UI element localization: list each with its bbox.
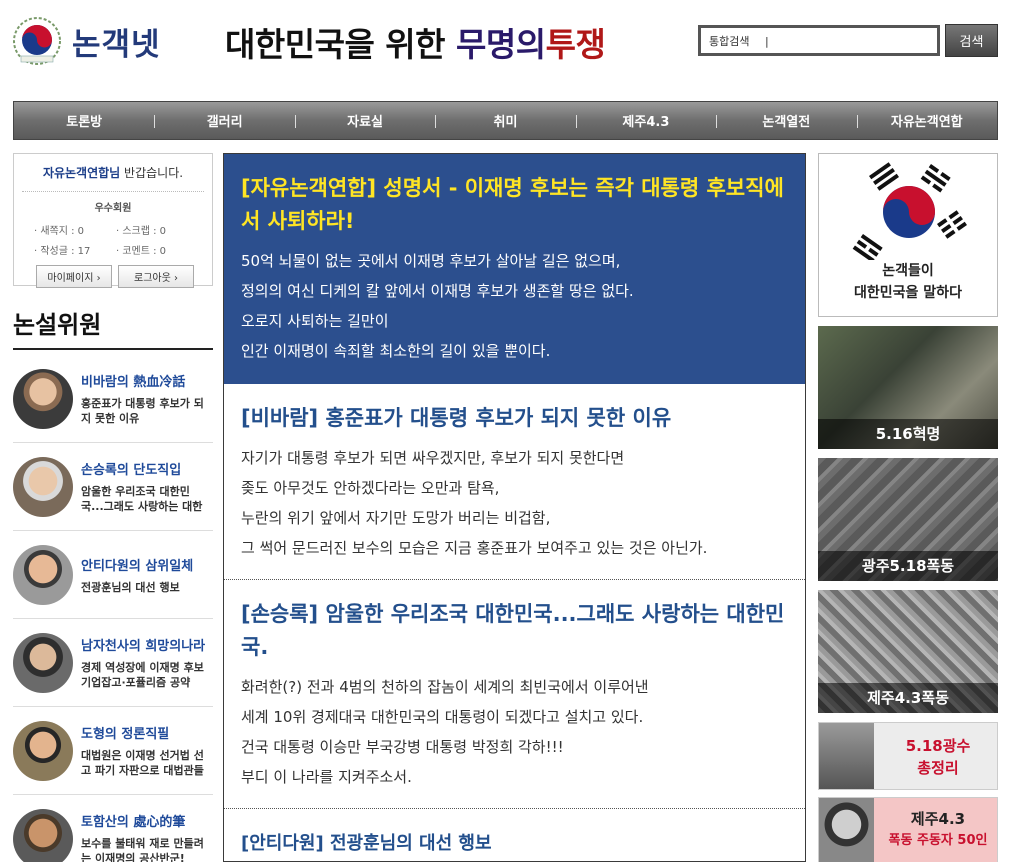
banner-gwangju518[interactable]: 광주5.18폭동 <box>818 458 998 581</box>
article-title[interactable]: [손승록] 암울한 우리조국 대한민국...그래도 사랑하는 대한민국. <box>241 598 789 664</box>
banner-caption: 5.16혁명 <box>875 425 941 443</box>
slogan-part3: 투쟁 <box>545 25 606 64</box>
stat-scrap[interactable]: · 스크랩 : 0 <box>116 222 198 237</box>
avatar <box>13 544 73 605</box>
writer-item[interactable]: 안티다원의 삼위일체 전광훈님의 대선 행보 <box>13 531 213 619</box>
logo-text: 논객넷 <box>72 26 161 63</box>
stat-new-messages[interactable]: · 새쪽지 : 0 <box>34 222 116 237</box>
nav-item-gallery[interactable]: 갤러리 <box>154 102 294 139</box>
writers-section-title: 논설위원 <box>13 305 213 350</box>
member-greeting: 자유논객연합님 반갑습니다. <box>14 164 212 181</box>
ad-title: 제주4.3 폭동 주동자 50인 <box>888 810 988 848</box>
ad-photo <box>819 798 874 862</box>
banner-516[interactable]: 5.16혁명 <box>818 326 998 449</box>
page: 논객넷 대한민국을 위한 무명의투쟁 통합검색 | 검색 토론방 갤러리 자료실… <box>0 0 1011 862</box>
promo-text: 논객들이 대한민국을 말하다 <box>854 263 962 301</box>
article-item[interactable]: [손승록] 암울한 우리조국 대한민국...그래도 사랑하는 대한민국. 화려한… <box>224 580 805 809</box>
header-slogan: 대한민국을 위한 무명의투쟁 <box>225 18 606 66</box>
article-title[interactable]: [자유논객연합] 성명서 - 이재명 후보는 즉각 대통령 후보직에서 사퇴하라… <box>241 172 789 238</box>
search-input-value: 통합검색 <box>709 35 750 48</box>
writer-desc[interactable]: 홍준표가 대통령 후보가 되지 못한 이유 <box>81 396 204 426</box>
member-stats: · 새쪽지 : 0 · 스크랩 : 0 · 작성글 : 17 · 코멘트 : 0 <box>34 222 198 257</box>
featured-article[interactable]: [자유논객연합] 성명서 - 이재명 후보는 즉각 대통령 후보직에서 사퇴하라… <box>224 154 805 384</box>
promo-box[interactable]: 논객들이 대한민국을 말하다 <box>818 153 998 317</box>
writer-desc[interactable]: 암울한 우리조국 대한민 국...그래도 사랑하는 대한 <box>81 484 202 514</box>
article-title[interactable]: [비바람] 홍준표가 대통령 후보가 되지 못한 이유 <box>241 402 789 435</box>
ad-title: 5.18광수 총정리 <box>905 737 971 777</box>
taegukgi-flag-icon <box>852 162 967 260</box>
ad-jeju43-leaders[interactable]: 제주4.3 폭동 주동자 50인 <box>818 797 998 862</box>
article-item[interactable]: [안티다원] 전광훈님의 대선 행보 <box>224 809 805 861</box>
search-input[interactable]: 통합검색 | <box>698 25 940 56</box>
avatar <box>13 720 73 781</box>
nav-item-jeju43[interactable]: 제주4.3 <box>575 102 716 139</box>
article-body: 자기가 대통령 후보가 되면 싸우겠지만, 후보가 되지 못한다면 좆도 아무것… <box>241 449 708 557</box>
slogan-part1: 대한민국을 위한 <box>225 25 446 64</box>
writer-item[interactable]: 비바람의 熱血冷話 홍준표가 대통령 후보가 되지 못한 이유 <box>13 355 213 443</box>
writer-desc[interactable]: 전광훈님의 대선 행보 <box>81 580 193 595</box>
stat-comments[interactable]: · 코멘트 : 0 <box>116 242 198 257</box>
member-greeting-text: 반갑습니다. <box>124 166 184 180</box>
search-button[interactable]: 검색 <box>945 24 998 57</box>
avatar <box>13 808 73 862</box>
member-grade: 우수회원 <box>22 191 204 214</box>
member-box: 자유논객연합님 반갑습니다. 우수회원 · 새쪽지 : 0 · 스크랩 : 0 … <box>13 153 213 288</box>
nav-item-hobby[interactable]: 취미 <box>435 102 575 139</box>
writer-name[interactable]: 남자천사의 희망의나라 <box>81 635 205 654</box>
writer-desc[interactable]: 경제 역성장에 이재명 후보 기업잡고·포퓰리즘 공약 <box>81 660 205 690</box>
writer-name[interactable]: 손승록의 단도직입 <box>81 459 202 478</box>
writer-item[interactable]: 손승록의 단도직입 암울한 우리조국 대한민 국...그래도 사랑하는 대한 <box>13 443 213 531</box>
article-body: 50억 뇌물이 없는 곳에서 이재명 후보가 살아날 길은 없으며, 정의의 여… <box>241 252 634 360</box>
avatar <box>13 456 73 517</box>
taegeuk-emblem-icon <box>12 16 62 66</box>
stat-posts[interactable]: · 작성글 : 17 <box>34 242 116 257</box>
writer-desc[interactable]: 보수를 불태워 재로 만들려 는 이재명의 공산반군! <box>81 836 204 862</box>
banner-caption: 제주4.3폭동 <box>867 689 949 707</box>
writer-name[interactable]: 토함산의 處心的筆 <box>81 811 204 830</box>
writers-list: 비바람의 熱血冷話 홍준표가 대통령 후보가 되지 못한 이유 손승록의 단도직… <box>13 355 213 862</box>
writer-item[interactable]: 토함산의 處心的筆 보수를 불태워 재로 만들려 는 이재명의 공산반군! <box>13 795 213 862</box>
writer-item[interactable]: 남자천사의 희망의나라 경제 역성장에 이재명 후보 기업잡고·포퓰리즘 공약 <box>13 619 213 707</box>
member-buttons: 마이페이지 › 로그아웃 › <box>36 265 212 288</box>
banner-jeju43[interactable]: 제주4.3폭동 <box>818 590 998 713</box>
avatar <box>13 632 73 693</box>
articles-panel: [자유논객연합] 성명서 - 이재명 후보는 즉각 대통령 후보직에서 사퇴하라… <box>223 153 806 862</box>
writer-name[interactable]: 도형의 정론직필 <box>81 723 204 742</box>
nav-item-union[interactable]: 자유논객연합 <box>856 102 997 139</box>
slogan-part2: 무명의 <box>456 25 546 64</box>
member-name: 자유논객연합님 <box>42 166 121 180</box>
logout-button[interactable]: 로그아웃 › <box>118 265 194 288</box>
ad-photo <box>819 723 874 789</box>
avatar <box>13 368 73 429</box>
nav-item-debate[interactable]: 토론방 <box>14 102 154 139</box>
nav-item-writers[interactable]: 논객열전 <box>716 102 856 139</box>
article-body: 화려한(?) 전과 4범의 천하의 잡놈이 세계의 최빈국에서 이루어낸 세계 … <box>241 678 649 786</box>
site-logo[interactable]: 논객넷 <box>12 13 182 69</box>
writer-item[interactable]: 도형의 정론직필 대법원은 이재명 선거법 선고 파기 자판으로 대법관들 <box>13 707 213 795</box>
nav-item-archive[interactable]: 자료실 <box>294 102 435 139</box>
mypage-button[interactable]: 마이페이지 › <box>36 265 112 288</box>
article-item[interactable]: [비바람] 홍준표가 대통령 후보가 되지 못한 이유 자기가 대통령 후보가 … <box>224 384 805 580</box>
writer-desc[interactable]: 대법원은 이재명 선거법 선고 파기 자판으로 대법관들 <box>81 748 204 778</box>
writer-name[interactable]: 안티다원의 삼위일체 <box>81 555 193 574</box>
article-title[interactable]: [안티다원] 전광훈님의 대선 행보 <box>241 827 789 860</box>
main-nav: 토론방 갤러리 자료실 취미 제주4.3 논객열전 자유논객연합 <box>13 101 998 140</box>
banner-caption: 광주5.18폭동 <box>861 557 955 575</box>
writer-name[interactable]: 비바람의 熱血冷話 <box>81 371 204 390</box>
ad-518-summary[interactable]: 5.18광수 총정리 <box>818 722 998 790</box>
